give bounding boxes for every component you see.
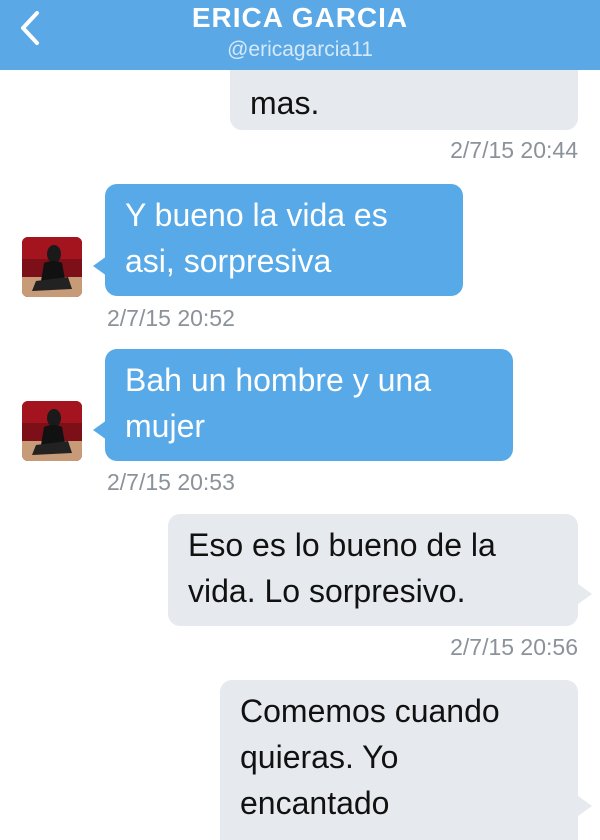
contact-name[interactable]: ERICA GARCIA [0,2,600,34]
message-timestamp: 2/7/15 20:56 [450,634,578,660]
message-bubble-incoming[interactable]: Bah un hombre y una mujer [105,349,513,461]
message-line: Comemos cuando [240,693,500,729]
message-timestamp: 2/7/15 20:44 [450,137,578,163]
conversation-header: ERICA GARCIA @ericagarcia11 [0,0,600,70]
message-bubble-outgoing[interactable]: Comemos cuando quieras. Yo encantado [220,680,578,840]
message-bubble-incoming[interactable]: Y bueno la vida es asi, sorpresiva [105,184,463,296]
message-timestamp: 2/7/15 20:52 [107,305,235,331]
avatar[interactable] [22,401,82,461]
message-line: Y bueno la vida es [125,197,388,233]
message-line: asi, sorpresiva [125,243,332,279]
message-line: encantado [240,785,390,821]
message-line: mas. [250,85,320,121]
message-line: Bah un hombre y una [125,362,431,398]
avatar[interactable] [22,237,82,297]
message-line: mujer [125,408,206,444]
message-line: quieras. Yo [240,739,399,775]
message-timestamp: 2/7/15 20:53 [107,469,235,495]
message-bubble-outgoing[interactable]: Eso es lo bueno de la vida. Lo sorpresiv… [168,514,578,626]
message-line: Eso es lo bueno de la [188,527,496,563]
contact-handle[interactable]: @ericagarcia11 [0,38,600,62]
message-line: vida. Lo sorpresivo. [188,573,466,609]
